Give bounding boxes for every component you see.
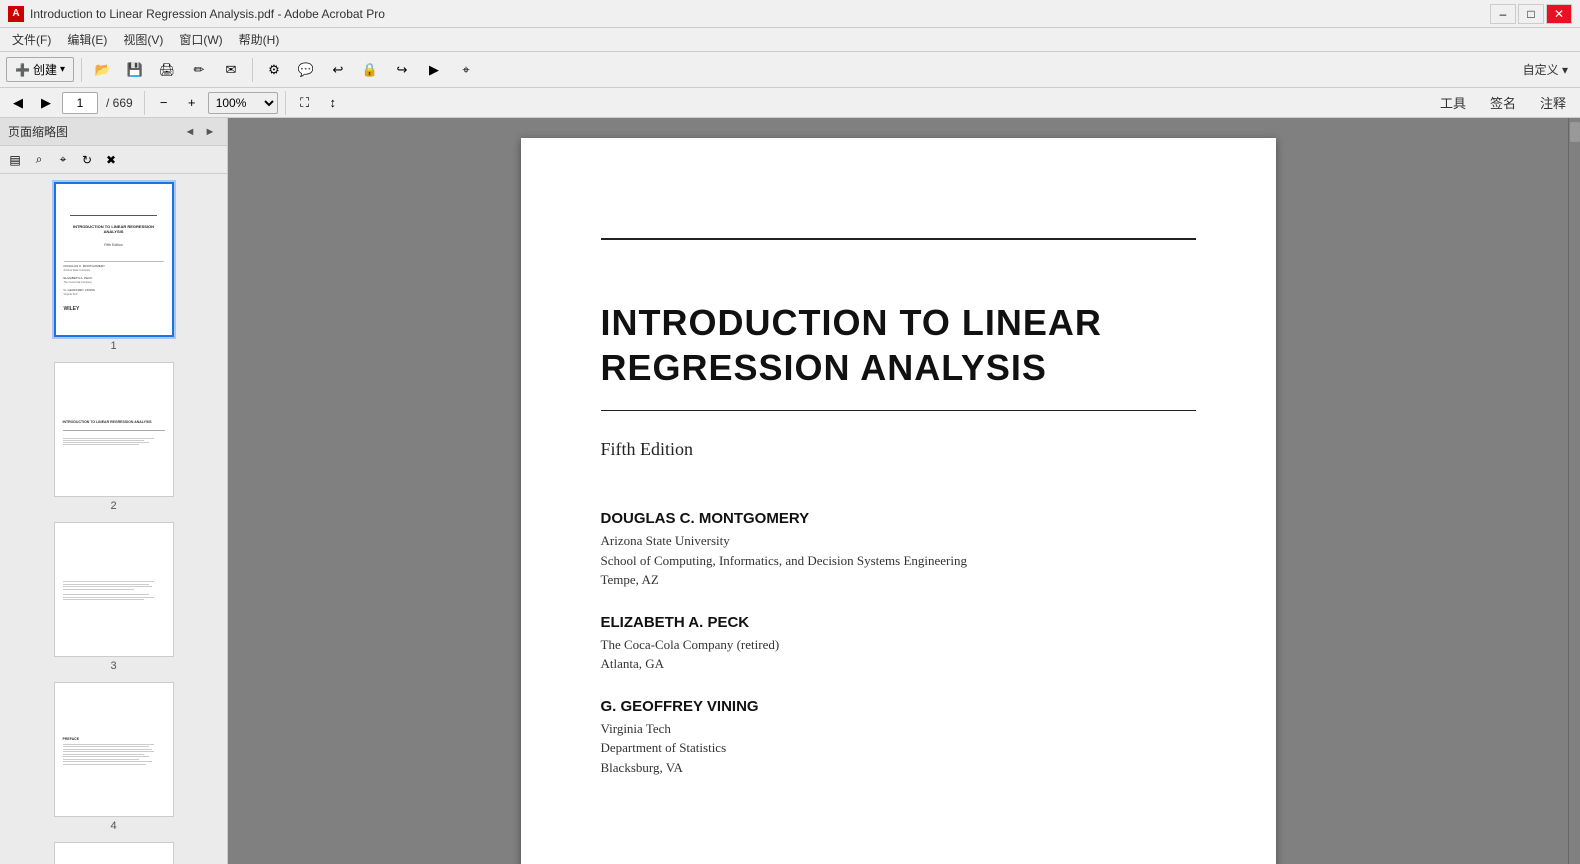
panel-title: 页面缩略图: [8, 123, 68, 140]
pdf-viewer[interactable]: INTRODUCTION TO LINEAR REGRESSION ANALYS…: [228, 118, 1568, 864]
zoom-out-button[interactable]: −: [152, 91, 176, 115]
window-controls: – □ ✕: [1490, 4, 1572, 24]
annotate-button[interactable]: 注释: [1532, 91, 1574, 114]
thumbnail-image-2: INTRODUCTION TO LINEAR REGRESSION ANALYS…: [54, 362, 174, 497]
thumbnail-5[interactable]: [8, 842, 219, 864]
thumbnail-label-3: 3: [110, 660, 116, 672]
create-dropdown-arrow: ▾: [60, 64, 65, 75]
author-name-2: ELIZABETH A. PECK: [601, 614, 1196, 631]
pdf-scrollbar[interactable]: [1568, 118, 1580, 864]
menu-file[interactable]: 文件(F): [4, 29, 59, 50]
menu-view[interactable]: 视图(V): [115, 29, 171, 50]
author-detail-3-0: Virginia Tech: [601, 719, 1196, 739]
author-detail-3-1: Department of Statistics: [601, 738, 1196, 758]
author-name-1: DOUGLAS C. MONTGOMERY: [601, 510, 1196, 527]
thumbnail-image-4: PREFACE: [54, 682, 174, 817]
menu-edit[interactable]: 编辑(E): [59, 29, 115, 50]
prev-page-button[interactable]: ◀: [6, 91, 30, 115]
customize-button[interactable]: 自定义 ▾: [1517, 59, 1574, 80]
panel-zoom-thumb2[interactable]: ⌖: [52, 149, 74, 171]
top-rule: [601, 238, 1196, 240]
author-detail-2-0: The Coca-Cola Company (retired): [601, 635, 1196, 655]
main-toolbar: ➕ 创建 ▾ 📂 💾 🖨 ✏ ✉ ⚙ 💬 ↩ 🔒 ↪ ▶ ⌖ 自定义 ▾: [0, 52, 1580, 88]
comment-button[interactable]: 💬: [292, 56, 320, 84]
combine-button[interactable]: ⌖: [452, 56, 480, 84]
panel-zoom-in-thumb[interactable]: ⌕: [28, 149, 50, 171]
print-button[interactable]: 🖨: [153, 56, 181, 84]
thumbnail-1[interactable]: INTRODUCTION TO LINEAR REGRESSION ANALYS…: [8, 182, 219, 352]
separator-nav: [144, 91, 145, 115]
page-total: / 669: [102, 96, 137, 110]
separator-1: [81, 58, 82, 82]
author-detail-3-2: Blacksburg, VA: [601, 758, 1196, 778]
title-rule: [601, 410, 1196, 411]
menu-bar: 文件(F) 编辑(E) 视图(V) 窗口(W) 帮助(H): [0, 28, 1580, 52]
create-label: 创建: [33, 61, 57, 78]
thumbnail-3[interactable]: 3: [8, 522, 219, 672]
protect-button[interactable]: 🔒: [356, 56, 384, 84]
main-area: 页面缩略图 ◄ ► ▤ ⌕ ⌖ ↻ ✖ INTRODUCTION TO LINE…: [0, 118, 1580, 864]
thumbnail-image-5: [54, 842, 174, 864]
thumbnail-label-1: 1: [110, 340, 116, 352]
share-button[interactable]: ↩: [324, 56, 352, 84]
window-title: Introduction to Linear Regression Analys…: [30, 7, 1490, 21]
author-block-3: G. GEOFFREY VINING Virginia Tech Departm…: [601, 698, 1196, 778]
author-detail-2-1: Atlanta, GA: [601, 654, 1196, 674]
sign-button[interactable]: 签名: [1482, 91, 1524, 114]
minimize-button[interactable]: –: [1490, 4, 1516, 24]
panel-header: 页面缩略图 ◄ ►: [0, 118, 227, 146]
thumbnail-2[interactable]: INTRODUCTION TO LINEAR REGRESSION ANALYS…: [8, 362, 219, 512]
panel-delete-button[interactable]: ✖: [100, 149, 122, 171]
pdf-page: INTRODUCTION TO LINEAR REGRESSION ANALYS…: [521, 138, 1276, 864]
separator-nav2: [285, 91, 286, 115]
left-panel: 页面缩略图 ◄ ► ▤ ⌕ ⌖ ↻ ✖ INTRODUCTION TO LINE…: [0, 118, 228, 864]
panel-expand-button[interactable]: ►: [201, 123, 219, 141]
panel-collapse-button[interactable]: ◄: [181, 123, 199, 141]
settings-button[interactable]: ⚙: [260, 56, 288, 84]
toolbar2-right: 工具 签名 注释: [1432, 91, 1574, 114]
nav-toolbar: ◀ ▶ / 669 − + 100% 75% 125% 150% ⛶ ↕ 工具 …: [0, 88, 1580, 118]
zoom-in-button[interactable]: +: [180, 91, 204, 115]
panel-options-button[interactable]: ▤: [4, 149, 26, 171]
email-button[interactable]: ✉: [217, 56, 245, 84]
author-detail-1-0: Arizona State University: [601, 531, 1196, 551]
page-number-input[interactable]: [62, 92, 98, 114]
edition-text: Fifth Edition: [601, 439, 1196, 460]
thumbnail-4[interactable]: PREFACE 4: [8, 682, 219, 832]
thumbnail-image-1: INTRODUCTION TO LINEAR REGRESSION ANALYS…: [54, 182, 174, 337]
thumbnail-label-2: 2: [110, 500, 116, 512]
fit-page-button[interactable]: ⛶: [293, 91, 317, 115]
toolbar-right: 自定义 ▾: [1517, 59, 1574, 80]
save-button[interactable]: 💾: [121, 56, 149, 84]
close-button[interactable]: ✕: [1546, 4, 1572, 24]
next-page-button[interactable]: ▶: [34, 91, 58, 115]
action-button[interactable]: ▶: [420, 56, 448, 84]
book-title: INTRODUCTION TO LINEAR REGRESSION ANALYS…: [601, 300, 1196, 390]
thumbnail-label-4: 4: [110, 820, 116, 832]
panel-toolbar: ▤ ⌕ ⌖ ↻ ✖: [0, 146, 227, 174]
edit-pdf-button[interactable]: ✏: [185, 56, 213, 84]
restore-button[interactable]: □: [1518, 4, 1544, 24]
fit-width-button[interactable]: ↕: [321, 91, 345, 115]
author-name-3: G. GEOFFREY VINING: [601, 698, 1196, 715]
menu-window[interactable]: 窗口(W): [171, 29, 230, 50]
author-block-2: ELIZABETH A. PECK The Coca-Cola Company …: [601, 614, 1196, 674]
export-button[interactable]: ↪: [388, 56, 416, 84]
panel-rotate-button[interactable]: ↻: [76, 149, 98, 171]
author-detail-1-1: School of Computing, Informatics, and De…: [601, 551, 1196, 571]
tools-button[interactable]: 工具: [1432, 91, 1474, 114]
menu-help[interactable]: 帮助(H): [231, 29, 288, 50]
thumbnail-image-3: [54, 522, 174, 657]
zoom-select[interactable]: 100% 75% 125% 150%: [208, 92, 278, 114]
separator-2: [252, 58, 253, 82]
author-block-1: DOUGLAS C. MONTGOMERY Arizona State Univ…: [601, 510, 1196, 590]
create-button[interactable]: ➕ 创建 ▾: [6, 57, 74, 82]
author-detail-1-2: Tempe, AZ: [601, 570, 1196, 590]
title-bar: A Introduction to Linear Regression Anal…: [0, 0, 1580, 28]
create-icon: ➕: [15, 63, 30, 77]
open-button[interactable]: 📂: [89, 56, 117, 84]
panel-controls: ◄ ►: [181, 123, 219, 141]
thumbnails-panel[interactable]: INTRODUCTION TO LINEAR REGRESSION ANALYS…: [0, 174, 227, 864]
app-icon: A: [8, 6, 24, 22]
